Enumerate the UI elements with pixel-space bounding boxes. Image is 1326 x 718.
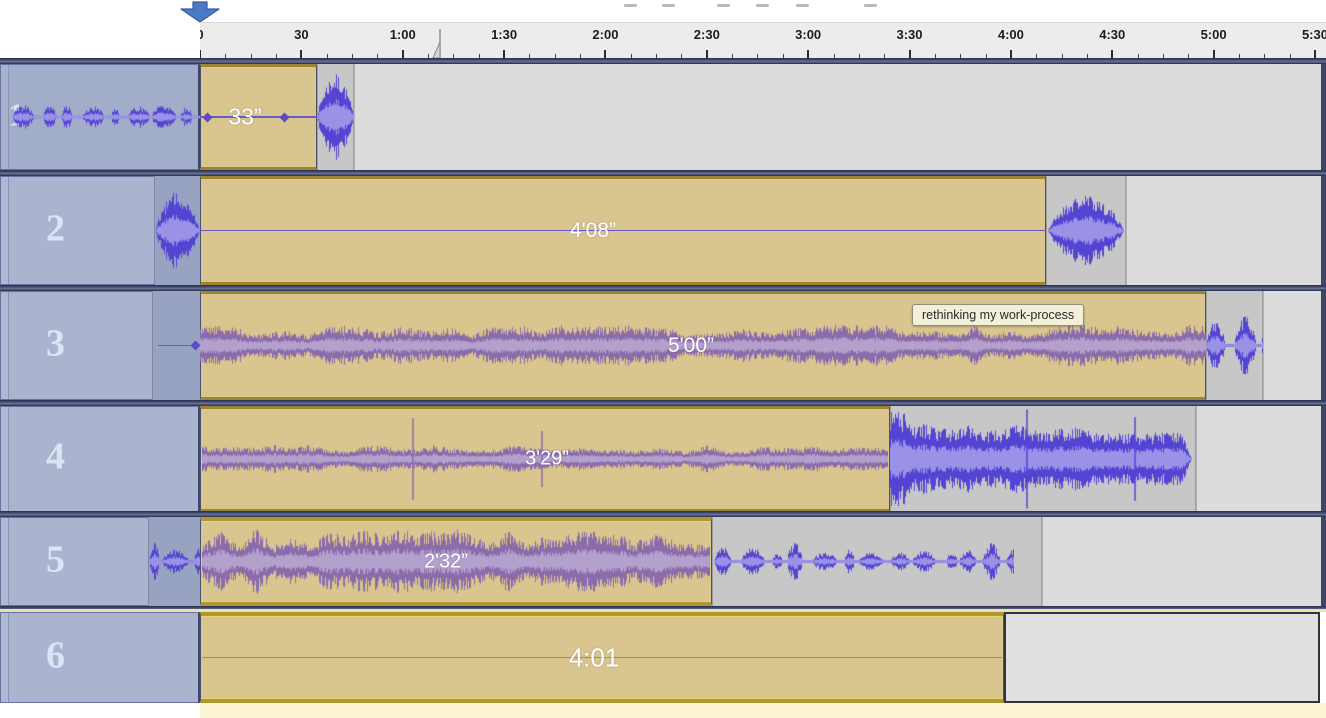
clip-duration-label: 4:01 bbox=[569, 642, 620, 673]
bottom-margin bbox=[0, 703, 200, 718]
track-empty-area[interactable] bbox=[1042, 517, 1326, 606]
waveform bbox=[155, 176, 200, 285]
clip-duration-label: 4'08” bbox=[570, 219, 616, 243]
clip-box[interactable] bbox=[1004, 612, 1320, 703]
track-empty-area[interactable] bbox=[1263, 291, 1326, 400]
track-row-4: 4 3'29” bbox=[0, 406, 1326, 512]
waveform bbox=[890, 406, 1192, 512]
window-right-edge bbox=[1321, 291, 1326, 400]
track-number: 5 bbox=[46, 537, 65, 581]
waveform bbox=[714, 517, 1014, 606]
track-header[interactable] bbox=[0, 406, 200, 512]
window-right-edge bbox=[1321, 176, 1326, 285]
track-row-2: 2 4'08” bbox=[0, 176, 1326, 285]
waveform bbox=[1206, 291, 1263, 400]
clip-duration-label: 2'32” bbox=[424, 550, 468, 573]
multitrack-editor: 0301:001:302:002:303:003:304:004:305:005… bbox=[0, 0, 1326, 718]
track-empty-area[interactable] bbox=[1126, 176, 1326, 285]
clip-tooltip: rethinking my work-process bbox=[912, 304, 1084, 326]
clip-duration-label: 33” bbox=[228, 104, 261, 131]
clip-duration-label: 5'00” bbox=[668, 334, 714, 358]
track-header[interactable] bbox=[0, 612, 200, 703]
track-empty-area[interactable] bbox=[354, 64, 1326, 170]
clip-duration-label: 3'29” bbox=[525, 448, 569, 471]
track-header-edge bbox=[1, 407, 9, 511]
clip-tooltip-text: rethinking my work-process bbox=[922, 308, 1074, 322]
track-header-edge bbox=[1, 177, 9, 284]
waveform bbox=[1048, 176, 1124, 285]
track-number: 2 bbox=[46, 206, 65, 250]
track-header-edge bbox=[1, 518, 9, 605]
window-right-edge bbox=[1321, 517, 1326, 606]
track-number: 6 bbox=[46, 633, 65, 677]
waveform bbox=[317, 64, 354, 170]
waveform bbox=[12, 64, 200, 170]
bottom-strip bbox=[200, 703, 1326, 718]
window-right-edge bbox=[1321, 406, 1326, 512]
track-row-5: 5 2'32” bbox=[0, 517, 1326, 606]
track-empty-area[interactable] bbox=[1196, 406, 1326, 512]
track-number: 3 bbox=[46, 321, 65, 365]
waveform-flatline bbox=[200, 230, 1046, 232]
track-row-1: 133” bbox=[0, 64, 1326, 170]
waveform bbox=[149, 517, 200, 606]
tracks-area: 133” 2 4'08” 3 5'00” 4 3'29” 5 2'32” 6 4:01 bbox=[0, 0, 1326, 718]
window-right-edge bbox=[1321, 64, 1326, 170]
track-row-6: 6 4:01 bbox=[0, 612, 1326, 703]
track-header-edge bbox=[1, 613, 9, 702]
track-header-edge bbox=[1, 292, 9, 399]
track-number: 4 bbox=[46, 434, 65, 478]
track-row-3: 3 5'00” bbox=[0, 291, 1326, 400]
